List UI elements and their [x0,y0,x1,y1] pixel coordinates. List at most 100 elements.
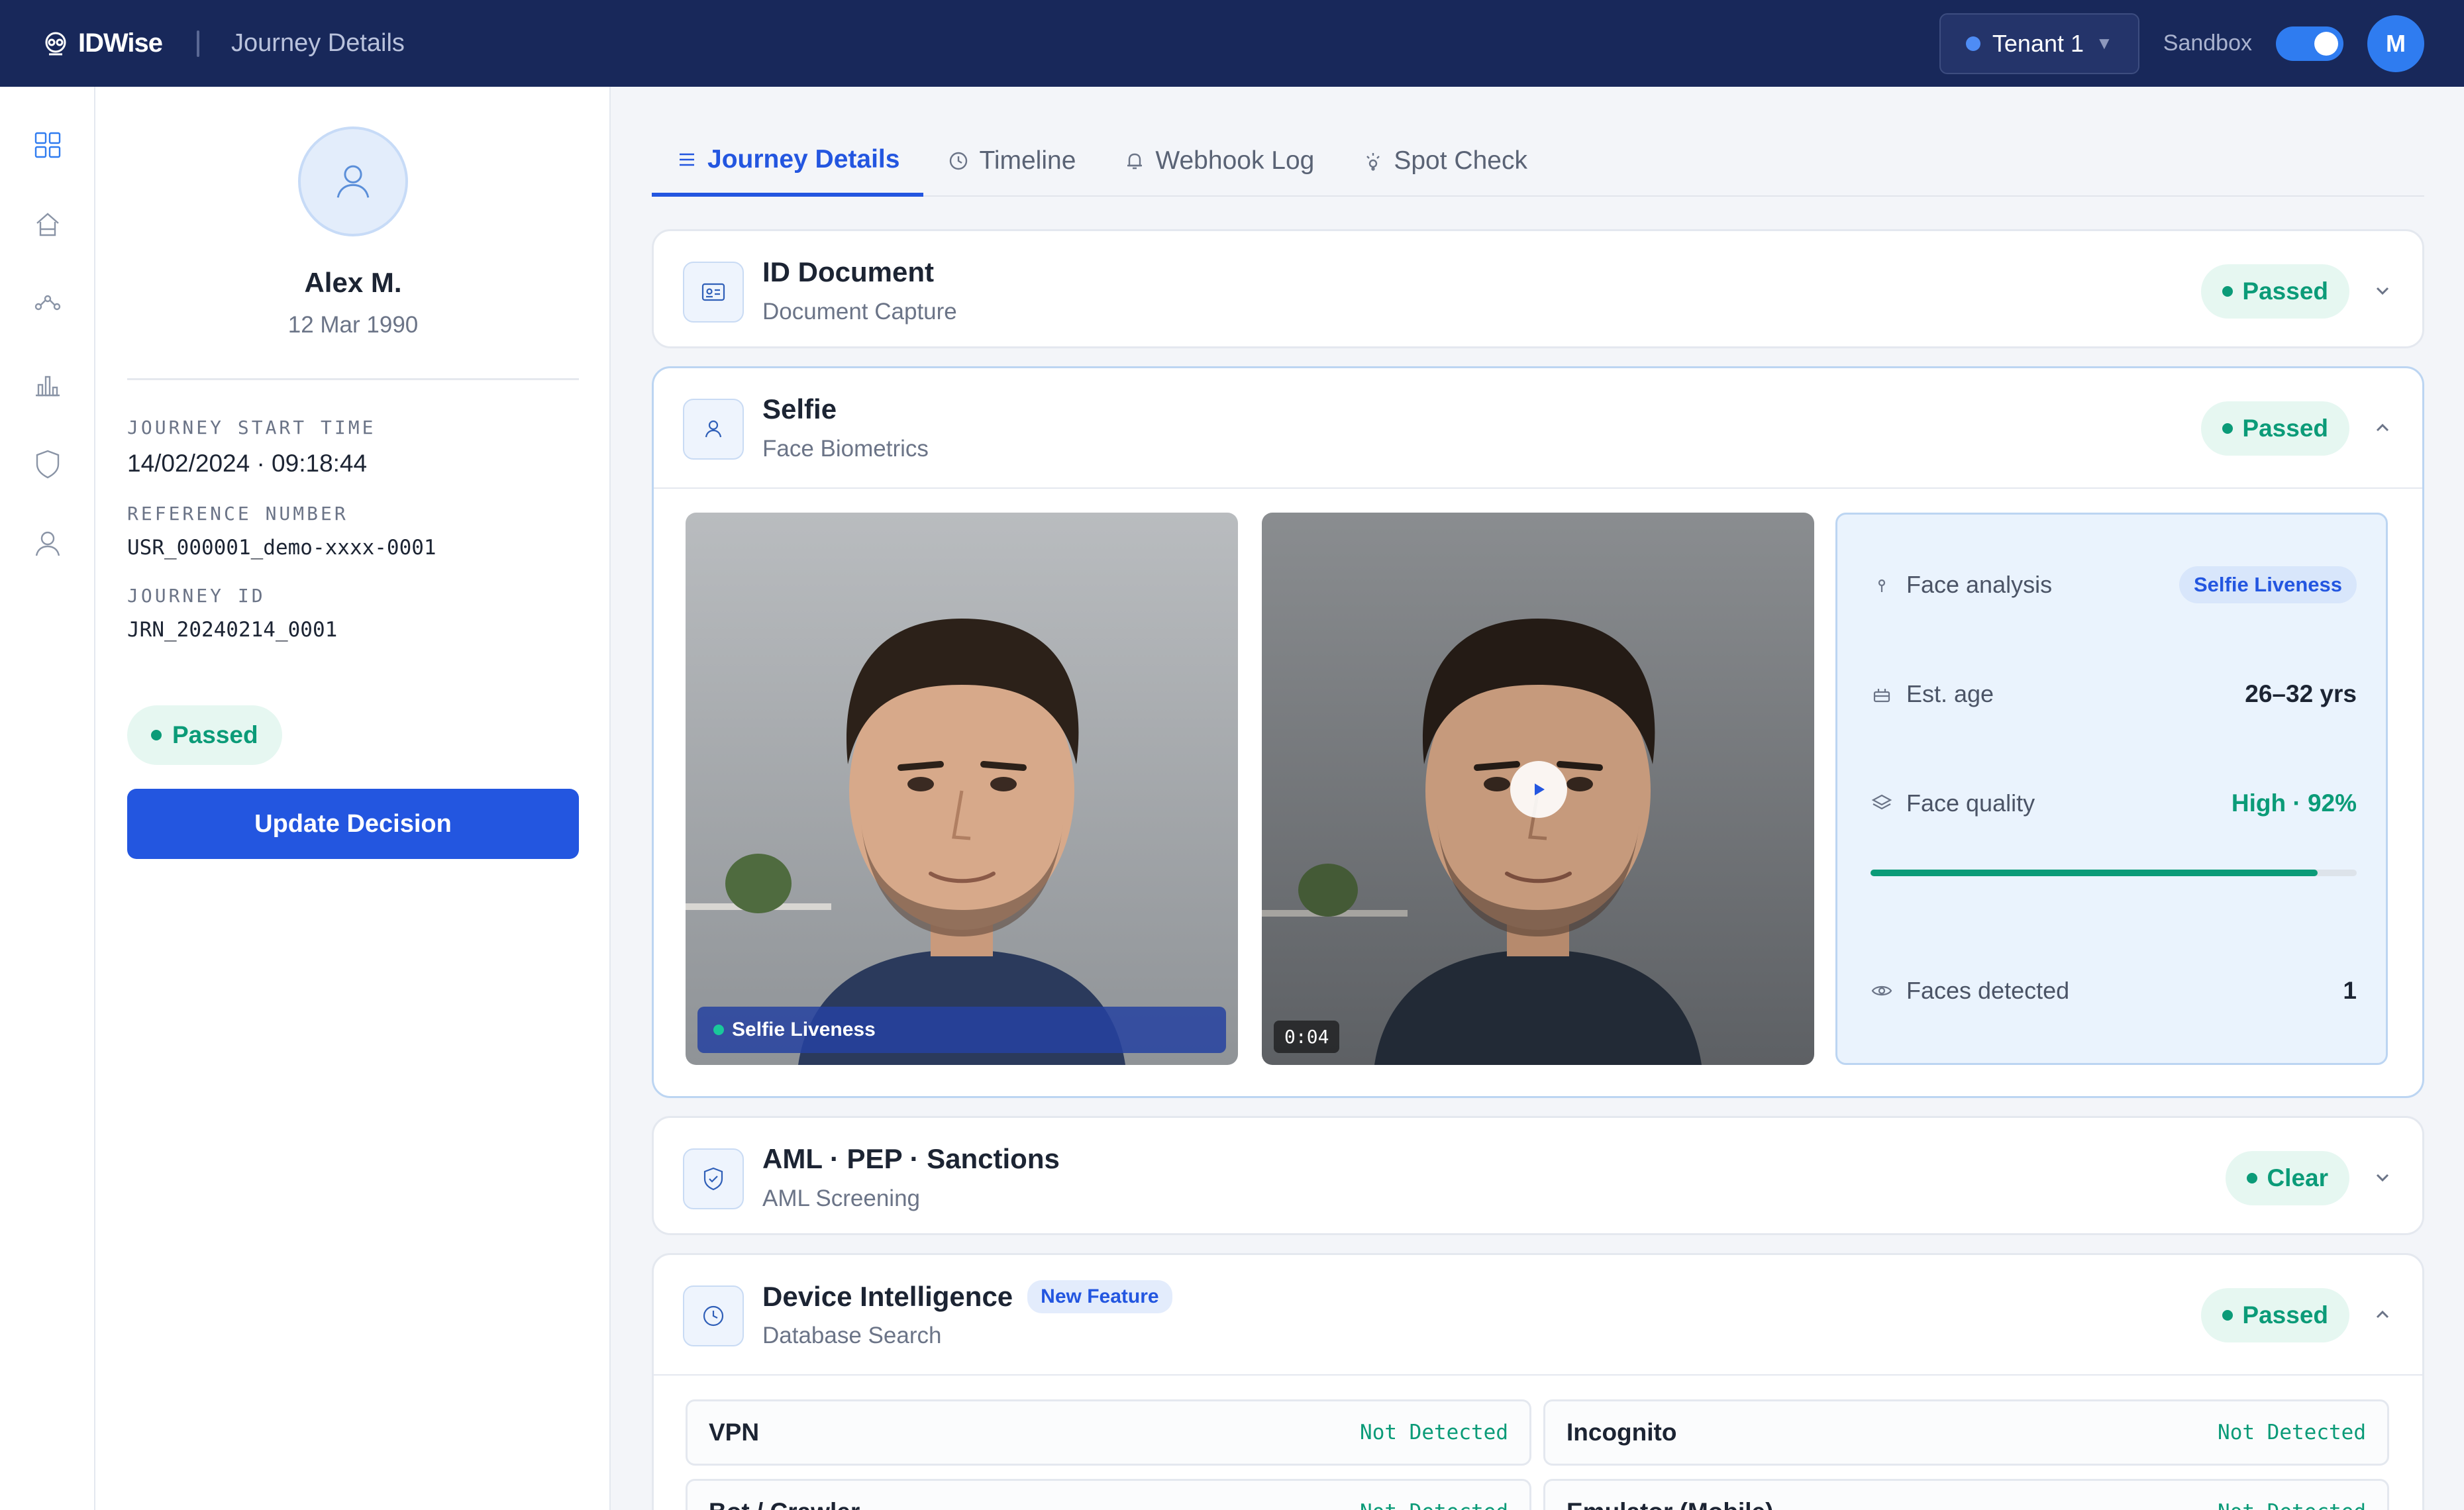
face-analysis-panel: Face analysis Selfie Liveness Est. age 2… [1835,513,2388,1065]
nav-users[interactable] [28,524,68,564]
aml-subtitle: AML Screening [762,1185,920,1211]
brand-logo[interactable]: IDWise [40,28,163,60]
selfie-photo[interactable]: Selfie Liveness [686,513,1238,1065]
id-document-subtitle: Document Capture [762,299,957,325]
selfie-card-body: Selfie Liveness 0:04 Face analysis Selfi… [654,487,2422,1096]
faces-detected-label: Faces detected [1906,977,2070,1004]
selfie-video[interactable]: 0:04 [1262,513,1814,1065]
status-text: Clear [2267,1164,2328,1191]
nav-home[interactable] [28,205,68,244]
id-document-title: ID Document [762,256,934,288]
check-name: Bot / Crawler [709,1498,860,1510]
user-avatar[interactable]: M [2367,15,2424,72]
nav-flows[interactable] [28,283,68,323]
selfie-liveness-tag: Selfie Liveness [697,1007,1226,1053]
id-card-icon [701,283,725,301]
selfie-title: Selfie [762,393,837,425]
header-divider [197,30,200,57]
flow-icon [34,295,61,311]
id-document-card: ID Document Document Capture Passed [652,229,2424,348]
status-dot [2222,423,2233,434]
profile-divider [127,378,579,380]
tab-webhook-log[interactable]: Webhook Log [1100,126,1338,195]
device-status-badge: Passed [2201,1288,2349,1342]
tab-journey-details[interactable]: Journey Details [652,126,924,197]
faces-detected-row: Faces detected 1 [1871,977,2357,1005]
play-icon [1535,783,1545,795]
status-text: Passed [2242,277,2328,305]
status-dot [2222,1310,2233,1321]
tab-label: Timeline [979,146,1076,175]
tenant-dot [1965,36,1980,51]
nav-analytics[interactable] [28,365,68,405]
play-button[interactable] [1510,761,1567,818]
video-duration: 0:04 [1274,1021,1340,1053]
reference-number-label: REFERENCE NUMBER [127,503,348,525]
device-check-vpn: VPN Not Detected [686,1399,1531,1466]
clock-icon [703,1305,724,1327]
chevron-up-icon[interactable] [2372,1304,2393,1325]
profile-panel: Alex M. 12 Mar 1990 JOURNEY START TIME 1… [95,87,611,1510]
chevron-down-icon[interactable] [2372,1167,2393,1188]
update-decision-button[interactable]: Update Decision [127,789,579,859]
cake-icon [1873,689,1890,703]
check-name: Emulator (Mobile) [1566,1498,1773,1510]
check-value: Not Detected [1360,1500,1508,1510]
nav-dashboard[interactable] [28,125,68,165]
id-document-card-header[interactable]: ID Document Document Capture Passed [654,231,2422,346]
sandbox-label: Sandbox [2163,30,2252,56]
card-title-text: AML · PEP · Sanctions [762,1143,1060,1174]
faces-detected-value: 1 [2343,977,2357,1004]
face-analysis-tag: Selfie Liveness [2179,566,2357,603]
layers-icon [1871,794,1892,810]
tenant-selector[interactable]: Tenant 1 ▼ [1939,13,2139,74]
tab-spot-check[interactable]: Spot Check [1338,126,1551,195]
check-name: Incognito [1566,1419,1677,1446]
device-card-header[interactable]: Device Intelligence New Feature Database… [654,1255,2422,1374]
selfie-chip [683,399,744,460]
home-icon [36,213,59,236]
dashboard-icon [34,132,61,158]
tenant-name: Tenant 1 [1992,29,2084,57]
face-analysis-row: Face analysis Selfie Liveness [1871,566,2357,603]
device-check-bot: Bot / Crawler Not Detected [686,1479,1531,1510]
eye-icon [1871,985,1892,996]
device-intelligence-card: Device Intelligence New Feature Database… [652,1253,2424,1510]
device-card-body: VPN Not Detected Incognito Not Detected … [654,1374,2422,1510]
aml-card: AML · PEP · Sanctions AML Screening Clea… [652,1116,2424,1235]
user-icon [35,531,60,556]
tab-timeline[interactable]: Timeline [923,126,1100,195]
device-title: Device Intelligence New Feature [762,1280,1172,1313]
bell-icon [1127,153,1143,169]
journey-start-label: JOURNEY START TIME [127,417,376,438]
list-icon [680,153,694,166]
shield-icon [36,450,60,479]
aml-card-header[interactable]: AML · PEP · Sanctions AML Screening Clea… [654,1118,2422,1233]
caret-down-icon: ▼ [2096,33,2113,53]
user-icon [705,420,722,438]
chevron-up-icon[interactable] [2372,417,2393,438]
aml-chip [683,1148,744,1209]
face-quality-row: Face quality High · 92% [1871,789,2357,817]
device-check-incognito: Incognito Not Detected [1543,1399,2389,1466]
status-dot [2222,286,2233,297]
device-chip [683,1285,744,1346]
sandbox-toggle[interactable] [2276,26,2343,61]
aml-status-badge: Clear [2226,1151,2349,1205]
nav-rail [0,87,95,1510]
chevron-down-icon[interactable] [2372,280,2393,301]
brand-icon [45,32,66,55]
tab-label: Webhook Log [1155,146,1315,175]
nav-security[interactable] [28,444,68,484]
selfie-card-header[interactable]: Selfie Face Biometrics Passed [654,368,2422,487]
journey-start-value: 14/02/2024 · 09:18:44 [127,450,368,477]
status-text: Passed [2242,1301,2328,1329]
card-title-text: ID Document [762,256,935,287]
face-analysis-label: Face analysis [1906,571,2053,598]
check-value: Not Detected [2218,1421,2366,1444]
brand-name: IDWise [78,28,163,58]
new-feature-badge: New Feature [1027,1280,1172,1313]
selfie-liveness-text: Selfie Liveness [732,1019,876,1040]
header-actions: Tenant 1 ▼ Sandbox M [1939,13,2424,74]
face-quality-label: Face quality [1906,789,2035,817]
